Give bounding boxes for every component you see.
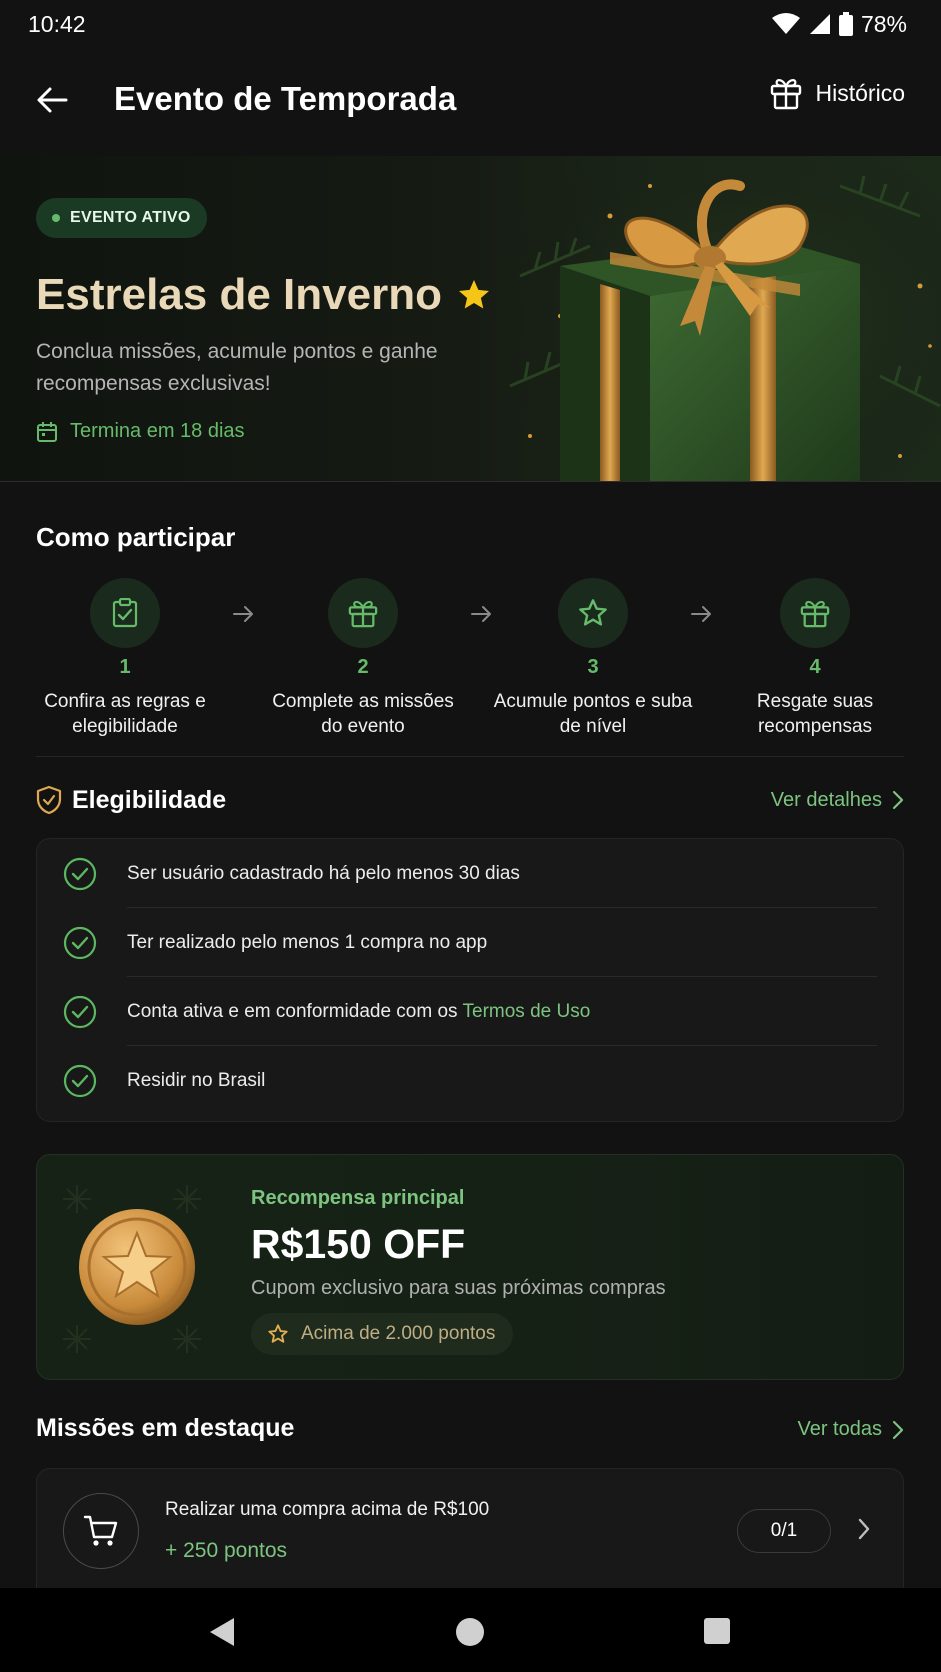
history-button[interactable]: Histórico — [770, 76, 905, 110]
app-bar: Evento de Temporada Histórico — [0, 48, 941, 156]
star-icon — [456, 277, 492, 313]
see-details-link[interactable]: Ver detalhes — [771, 789, 904, 812]
eligibility-text-main: Conta ativa e em conformidade com os — [127, 1000, 463, 1022]
chevron-right-icon — [857, 1517, 871, 1541]
missions-title: Missões em destaque — [36, 1414, 295, 1442]
mission-progress-pill: 0/1 — [737, 1509, 831, 1553]
see-details-label: Ver detalhes — [770, 788, 882, 811]
step-label: Complete as missões do evento — [272, 691, 454, 737]
missions-header: Missões em destaque Ver todas — [36, 1414, 904, 1448]
nav-back-button[interactable] — [208, 1616, 236, 1648]
check-circle-icon — [63, 857, 97, 891]
main-reward-card[interactable]: Recompensa principal R$150 OFF Cupom exc… — [36, 1154, 904, 1380]
event-status-badge: EVENTO ATIVO — [36, 198, 207, 238]
eligibility-title: Elegibilidade — [72, 785, 227, 814]
event-description: Conclua missões, acumule pontos e ganhe … — [36, 340, 438, 395]
eligibility-text: Ter realizado pelo menos 1 compra no app — [127, 931, 488, 953]
reward-amount: R$150 OFF — [251, 1221, 466, 1267]
page-title: Evento de Temporada — [114, 80, 457, 117]
eligibility-text: Ser usuário cadastrado há pelo menos 30 … — [127, 862, 520, 884]
signal-icon — [809, 13, 831, 35]
reward-requirement-pill: Acima de 2.000 pontos — [251, 1313, 514, 1355]
coin-star-icon — [77, 1205, 197, 1329]
deadline-text: Termina em 18 dias — [70, 420, 245, 442]
step-label: Confira as regras e elegibilidade — [44, 691, 206, 737]
mission-points: + 250 pontos — [165, 1539, 288, 1562]
eligibility-header: Elegibilidade Ver detalhes — [36, 780, 904, 820]
chevron-right-icon — [892, 790, 904, 810]
gift-icon — [800, 598, 830, 628]
how-to-title: Como participar — [36, 522, 236, 552]
status-bar: 10:42 78% — [0, 0, 941, 48]
requirement-text: Acima de 2.000 pontos — [301, 1323, 496, 1344]
check-circle-icon — [63, 995, 97, 1029]
eligibility-card: Ser usuário cadastrado há pelo menos 30 … — [36, 838, 904, 1122]
gift-icon — [348, 598, 378, 628]
chevron-right-icon — [892, 1420, 904, 1440]
star-outline-icon — [267, 1323, 289, 1345]
event-hero-banner: EVENTO ATIVO Estrelas de Inverno Conclua… — [0, 156, 941, 482]
step-label: Acumule pontos e suba de nível — [493, 691, 693, 737]
wifi-icon — [771, 12, 801, 36]
step-icon-circle — [558, 578, 628, 648]
check-circle-icon — [63, 926, 97, 960]
system-navigation-bar — [0, 1588, 941, 1672]
calendar-icon — [36, 421, 58, 443]
clipboard-check-icon — [111, 598, 139, 628]
cart-icon — [83, 1514, 119, 1548]
triangle-back-icon — [210, 1618, 234, 1646]
step-3: 3 Acumule pontos e suba de nível — [493, 578, 693, 739]
check-circle-icon — [63, 1064, 97, 1098]
status-time: 10:42 — [28, 10, 86, 37]
step-number: 4 — [809, 656, 821, 678]
section-divider — [36, 756, 904, 757]
history-label: Histórico — [815, 79, 905, 106]
badge-label: EVENTO ATIVO — [70, 209, 191, 226]
arrow-right-icon — [690, 604, 714, 624]
step-icon-circle — [328, 578, 398, 648]
nav-recents-button[interactable] — [704, 1618, 730, 1644]
eligibility-item: Ser usuário cadastrado há pelo menos 30 … — [37, 839, 905, 908]
see-all-label: Ver todas — [797, 1418, 882, 1440]
step-4: 4 Resgate suas recompensas — [715, 578, 915, 739]
status-icons: 78% — [771, 11, 907, 38]
eligibility-item: Conta ativa e em conformidade com os Ter… — [37, 977, 905, 1046]
arrow-left-icon — [36, 86, 68, 114]
arrow-right-icon — [232, 604, 256, 624]
back-button[interactable] — [36, 76, 76, 124]
eligibility-item: Ter realizado pelo menos 1 compra no app — [37, 908, 905, 977]
step-icon-circle — [90, 578, 160, 648]
step-1: 1 Confira as regras e elegibilidade — [25, 578, 225, 739]
step-number: 2 — [357, 656, 369, 678]
active-dot — [52, 214, 60, 222]
nav-home-button[interactable] — [456, 1618, 484, 1646]
gift-box-illustration — [500, 156, 941, 481]
step-icon-circle — [780, 578, 850, 648]
reward-description: Cupom exclusivo para suas próximas compr… — [251, 1277, 666, 1299]
eligibility-text: Residir no Brasil — [127, 1069, 266, 1091]
star-icon — [577, 597, 609, 629]
step-2: 2 Complete as missões do evento — [263, 578, 463, 739]
step-label: Resgate suas recompensas — [756, 691, 874, 737]
step-number: 1 — [119, 656, 131, 678]
arrow-right-icon — [470, 604, 494, 624]
eligibility-text: Conta ativa e em conformidade com os Ter… — [127, 1001, 590, 1023]
see-all-missions-link[interactable]: Ver todas — [797, 1418, 904, 1441]
eligibility-item: Residir no Brasil — [37, 1046, 905, 1115]
gift-icon — [770, 76, 802, 110]
participation-steps: 1 Confira as regras e elegibilidade 2 Co… — [36, 578, 904, 738]
event-title: Estrelas de Inverno — [36, 270, 492, 320]
terms-of-use-link[interactable]: Termos de Uso — [463, 1001, 591, 1022]
shield-check-icon — [36, 785, 62, 815]
battery-icon — [838, 12, 853, 36]
event-deadline: Termina em 18 dias — [36, 420, 245, 443]
step-number: 3 — [587, 656, 599, 678]
mission-icon-circle — [63, 1493, 139, 1569]
event-title-text: Estrelas de Inverno — [36, 270, 442, 319]
mission-title: Realizar uma compra acima de R$100 — [165, 1499, 490, 1520]
battery-level: 78% — [860, 10, 907, 37]
reward-kicker: Recompensa principal — [251, 1187, 465, 1209]
